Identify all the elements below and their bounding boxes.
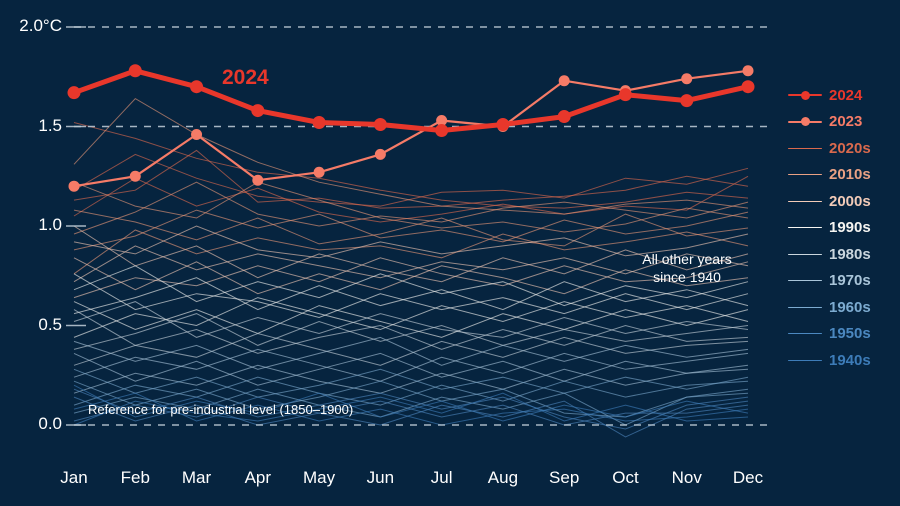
x-axis-tick-label-apr: Apr [244, 468, 272, 487]
x-axis-tick-label-may: May [303, 468, 336, 487]
x-axis-tick-label-aug: Aug [487, 468, 519, 487]
y-axis-tick-label: 1.5 [38, 115, 62, 135]
series-point-2024 [680, 94, 694, 108]
legend-label: 1970s [829, 272, 871, 290]
climate-chart-figure: 2.0°C 1.5 1.0 0.5 0.0 Jan Feb Mar Apr May Jun Jul A… [0, 0, 900, 506]
x-axis-tick-label-jul: Jul [430, 468, 453, 487]
background-year-line [73, 301, 749, 338]
series-point-2024 [741, 80, 755, 94]
series-point-2024 [618, 88, 632, 102]
legend-marker-dot-icon [800, 117, 810, 127]
x-axis-tick-label-oct: Oct [612, 468, 639, 487]
series-point-2024 [251, 104, 265, 118]
all-other-years-line-2: since 1940 [653, 268, 721, 285]
y-axis-tick-label: 1.0 [38, 215, 62, 234]
legend-swatch-icon [788, 194, 822, 208]
series-point-2023 [191, 128, 203, 140]
background-year-line [73, 301, 749, 338]
background-year-line [73, 122, 749, 209]
legend-swatch-icon [788, 168, 822, 182]
series-point-2024 [496, 118, 510, 132]
y-axis-tick-label: 0.5 [38, 314, 62, 334]
legend-item-1990s[interactable]: 1990s [788, 215, 900, 242]
legend-item-2010s[interactable]: 2010s [788, 162, 900, 189]
series-point-2024 [312, 116, 326, 130]
x-axis-tick-label-jan: Jan [60, 468, 88, 487]
legend-label: 2010s [829, 166, 871, 184]
series-point-2024 [435, 123, 449, 137]
series-point-2023 [742, 65, 754, 77]
legend-label: 2020s [829, 139, 871, 157]
legend-label: 1960s [829, 298, 871, 316]
legend-item-1960s[interactable]: 1960s [788, 294, 900, 321]
legend-item-1950s[interactable]: 1950s [788, 321, 900, 348]
legend-swatch-icon [788, 88, 822, 102]
legend-label: 1950s [829, 325, 871, 343]
x-axis-tick-label-mar: Mar [181, 468, 212, 487]
legend-item-2024[interactable]: 2024 [788, 82, 900, 109]
gridlines [66, 26, 768, 426]
y-axis-tick-label: 0.0 [38, 414, 62, 433]
highlight-series-lines [67, 64, 755, 192]
legend-swatch-icon [788, 221, 822, 235]
series-label-2024: 2024 [222, 66, 269, 89]
series-point-2024 [128, 64, 142, 78]
legend-item-2020s[interactable]: 2020s [788, 135, 900, 162]
series-point-2023 [129, 170, 141, 182]
x-axis-tick-label-dec: Dec [732, 468, 764, 487]
chart-legend: 2024 2023 2020s 2010s 2000s 1990s 1980s 1970s 19… [788, 82, 900, 374]
legend-swatch-icon [788, 327, 822, 341]
pre-industrial-reference-note: Reference for pre-industrial level (1850… [88, 402, 354, 417]
legend-item-1940s[interactable]: 1940s [788, 347, 900, 374]
legend-item-2023[interactable]: 2023 [788, 109, 900, 136]
series-point-2023 [681, 73, 693, 85]
legend-item-1970s[interactable]: 1970s [788, 268, 900, 295]
x-axis-tick-label-jun: Jun [366, 468, 395, 487]
legend-swatch-icon [788, 353, 822, 367]
series-point-2023 [313, 166, 325, 178]
legend-swatch-icon [788, 274, 822, 288]
series-point-2023 [374, 148, 386, 160]
legend-label: 2023 [829, 113, 863, 131]
legend-label: 1990s [829, 219, 871, 237]
x-axis-tick-label-nov: Nov [671, 468, 702, 487]
y-axis-tick-label: 2.0°C [19, 16, 62, 35]
background-year-line [73, 209, 749, 247]
series-point-2024 [190, 80, 204, 94]
legend-swatch-icon [788, 115, 822, 129]
legend-item-1980s[interactable]: 1980s [788, 241, 900, 268]
legend-label: 2024 [829, 86, 863, 104]
series-point-2024 [67, 86, 81, 100]
legend-swatch-icon [788, 247, 822, 261]
series-point-2024 [557, 110, 571, 124]
x-axis-tick-label-feb: Feb [120, 468, 150, 487]
series-point-2023 [558, 75, 570, 87]
legend-marker-dot-icon [800, 90, 810, 100]
series-point-2023 [252, 174, 264, 186]
legend-label: 1980s [829, 245, 871, 263]
legend-label: 1940s [829, 351, 871, 369]
legend-item-2000s[interactable]: 2000s [788, 188, 900, 215]
series-point-2024 [373, 118, 387, 132]
chart-plot-area [66, 26, 768, 438]
all-other-years-line-1: All other years [642, 251, 732, 267]
series-point-2023 [68, 180, 80, 192]
legend-label: 2000s [829, 192, 871, 210]
legend-swatch-icon [788, 141, 822, 155]
all-other-years-annotation: All other years since 1940 [628, 251, 746, 286]
x-axis-tick-label-sep: Sep [549, 468, 580, 487]
background-year-line [73, 209, 749, 251]
legend-swatch-icon [788, 300, 822, 314]
